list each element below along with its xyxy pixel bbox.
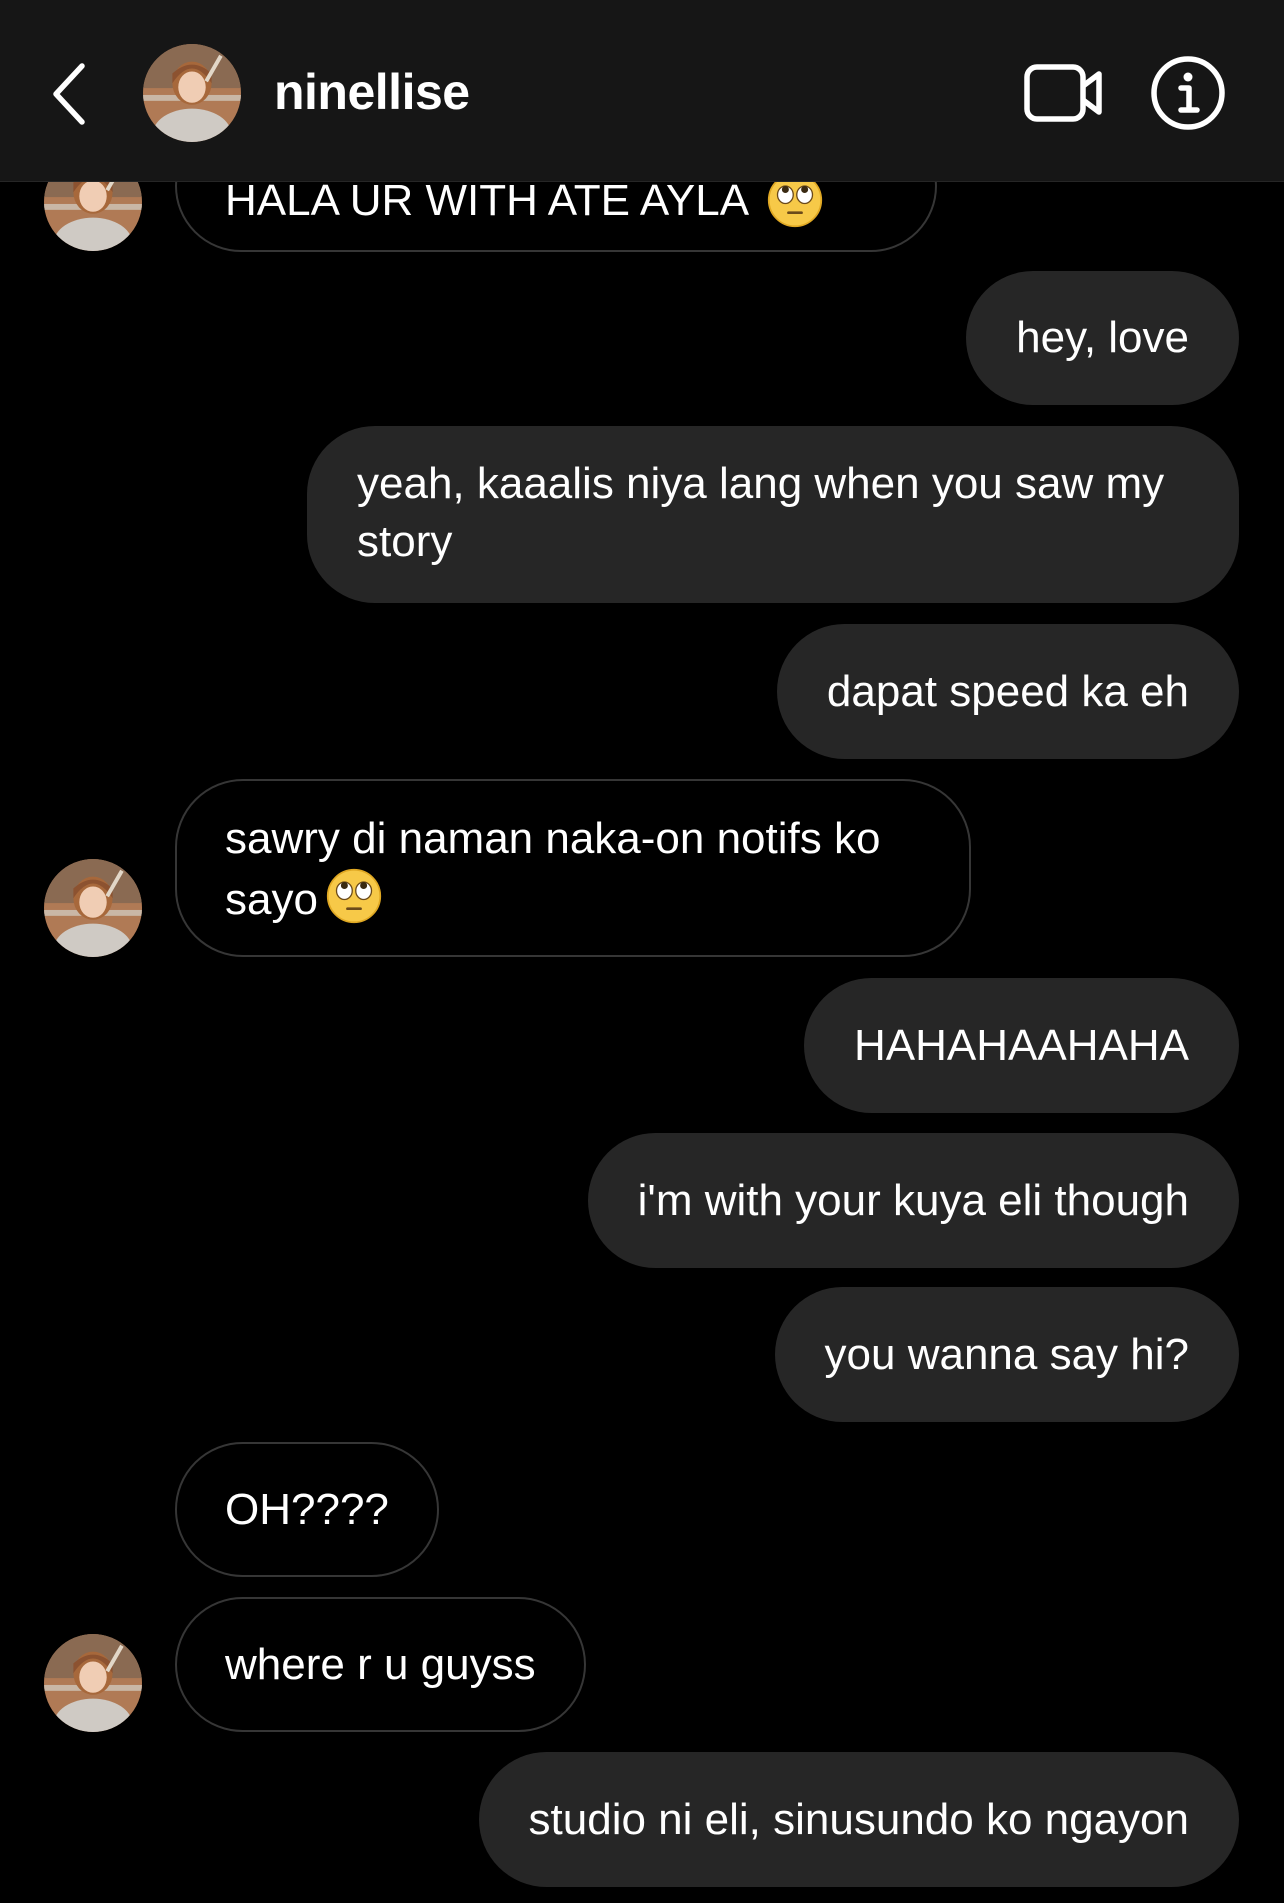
avatar[interactable] [143, 44, 241, 142]
message-text: i'm with your kuya eli though [637, 1175, 1189, 1225]
message-bubble-outgoing[interactable]: you wanna say hi? [774, 1287, 1239, 1422]
video-camera-icon[interactable] [1024, 62, 1104, 124]
message-text: you wanna say hi? [824, 1329, 1189, 1379]
message-text: studio ni eli, sinusundo ko ngayon [528, 1794, 1189, 1844]
username[interactable]: ninellise [274, 62, 470, 122]
message-bubble-incoming[interactable]: OH???? [175, 1442, 439, 1577]
face-with-rolling-eyes-icon [326, 868, 382, 924]
message-text: OH???? [225, 1484, 389, 1534]
avatar[interactable] [44, 1634, 142, 1732]
message-text: where r u guyss [225, 1639, 536, 1689]
message-bubble-outgoing[interactable]: studio ni eli, sinusundo ko ngayon [478, 1752, 1239, 1887]
message-bubble-outgoing[interactable]: dapat speed ka eh [776, 624, 1239, 759]
message-bubble-incoming[interactable]: sawry di naman naka-on notifs ko sayo [175, 779, 971, 957]
message-text: yeah, kaaalis niya lang when you saw my … [357, 459, 1165, 566]
message-bubble-outgoing[interactable]: i'm with your kuya eli though [587, 1133, 1239, 1268]
message-bubble-outgoing[interactable]: hey, love [966, 271, 1239, 405]
avatar[interactable] [44, 859, 142, 957]
message-text: sawry di naman naka-on notifs ko sayo [225, 814, 881, 924]
message-bubble-incoming[interactable]: where r u guyss [175, 1597, 586, 1732]
message-bubble-outgoing[interactable]: HAHAHAAHAHA [804, 978, 1239, 1113]
message-thread[interactable]: HALA UR WITH ATE AYLA hey, love yeah, ka… [0, 0, 1284, 1903]
message-text: dapat speed ka eh [826, 666, 1189, 716]
message-bubble-outgoing[interactable]: yeah, kaaalis niya lang when you saw my … [307, 426, 1239, 603]
message-text: HAHAHAAHAHA [854, 1020, 1189, 1070]
chat-header: ninellise [0, 0, 1284, 182]
info-icon[interactable] [1150, 55, 1226, 131]
message-text: hey, love [1016, 313, 1189, 362]
chevron-left-icon[interactable] [44, 58, 92, 130]
